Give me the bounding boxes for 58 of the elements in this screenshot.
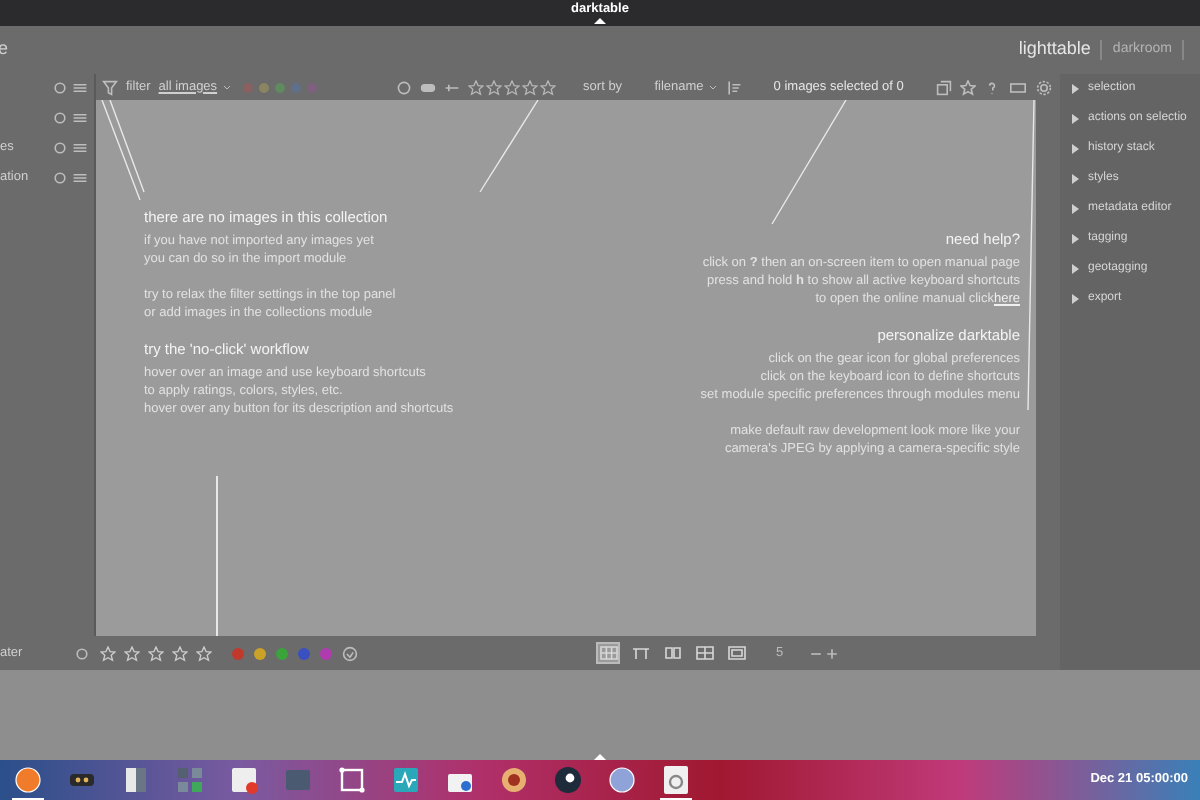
taskbar-app-button[interactable] bbox=[11, 764, 43, 800]
help-icon[interactable] bbox=[984, 79, 1000, 95]
menu-icon[interactable] bbox=[72, 139, 88, 155]
filter-icon[interactable] bbox=[102, 79, 118, 95]
triangle-marker-icon bbox=[594, 754, 606, 760]
layout-button[interactable] bbox=[596, 642, 620, 664]
app-icon bbox=[497, 764, 529, 796]
pin-icon[interactable] bbox=[74, 645, 90, 661]
star-icon[interactable] bbox=[521, 79, 538, 95]
star-icon[interactable] bbox=[148, 645, 164, 661]
layout-button[interactable] bbox=[628, 642, 652, 664]
settings-icon[interactable] bbox=[1036, 79, 1052, 95]
layout-button[interactable] bbox=[724, 642, 748, 664]
app-icon bbox=[227, 764, 259, 796]
star-icon[interactable] bbox=[503, 79, 520, 95]
circle-icon[interactable] bbox=[395, 79, 412, 95]
triangle-marker-icon bbox=[594, 18, 606, 24]
view-tab[interactable]: lighttable bbox=[1008, 36, 1101, 64]
layout-icon bbox=[599, 646, 617, 660]
layout-icon bbox=[631, 646, 649, 660]
star-icon[interactable] bbox=[172, 645, 188, 661]
star-icon[interactable] bbox=[196, 645, 212, 661]
layout-icon bbox=[727, 646, 745, 660]
pin-icon[interactable] bbox=[52, 79, 68, 95]
pin-icon[interactable] bbox=[52, 169, 68, 185]
app-icon bbox=[605, 764, 637, 796]
color-filter-icon[interactable] bbox=[239, 81, 320, 93]
app-icon bbox=[281, 764, 313, 796]
menu-icon[interactable] bbox=[72, 169, 88, 185]
layout-button[interactable] bbox=[692, 642, 716, 664]
app-icon bbox=[659, 764, 691, 796]
star-icon[interactable] bbox=[100, 645, 116, 661]
menu-icon[interactable] bbox=[72, 79, 88, 95]
pin-icon[interactable] bbox=[52, 109, 68, 125]
star-rating[interactable] bbox=[100, 645, 212, 661]
layout-icon bbox=[663, 646, 681, 660]
app-icon bbox=[173, 764, 205, 796]
app-icon bbox=[335, 764, 367, 796]
grouping-icon[interactable] bbox=[936, 79, 952, 95]
app-icon bbox=[551, 764, 583, 796]
app-icon bbox=[11, 764, 43, 796]
star-icon[interactable] bbox=[467, 79, 484, 95]
keyboard-icon[interactable] bbox=[1008, 79, 1028, 95]
range-icon[interactable] bbox=[443, 79, 460, 95]
app-icon bbox=[389, 764, 421, 796]
clear-icon[interactable] bbox=[342, 645, 358, 661]
sort-order-icon[interactable] bbox=[725, 79, 742, 95]
star-icon[interactable] bbox=[485, 79, 502, 95]
layout-button[interactable] bbox=[660, 642, 684, 664]
star-icon[interactable] bbox=[539, 79, 556, 95]
star-icon[interactable] bbox=[960, 79, 976, 95]
menu-icon[interactable] bbox=[72, 109, 88, 125]
pin-icon[interactable] bbox=[52, 139, 68, 155]
toggle-icon[interactable] bbox=[419, 79, 436, 95]
star-icon[interactable] bbox=[124, 645, 140, 661]
layout-icon bbox=[695, 646, 713, 660]
plus-icon[interactable] bbox=[824, 645, 840, 661]
taskbar-app-button[interactable] bbox=[659, 764, 691, 800]
